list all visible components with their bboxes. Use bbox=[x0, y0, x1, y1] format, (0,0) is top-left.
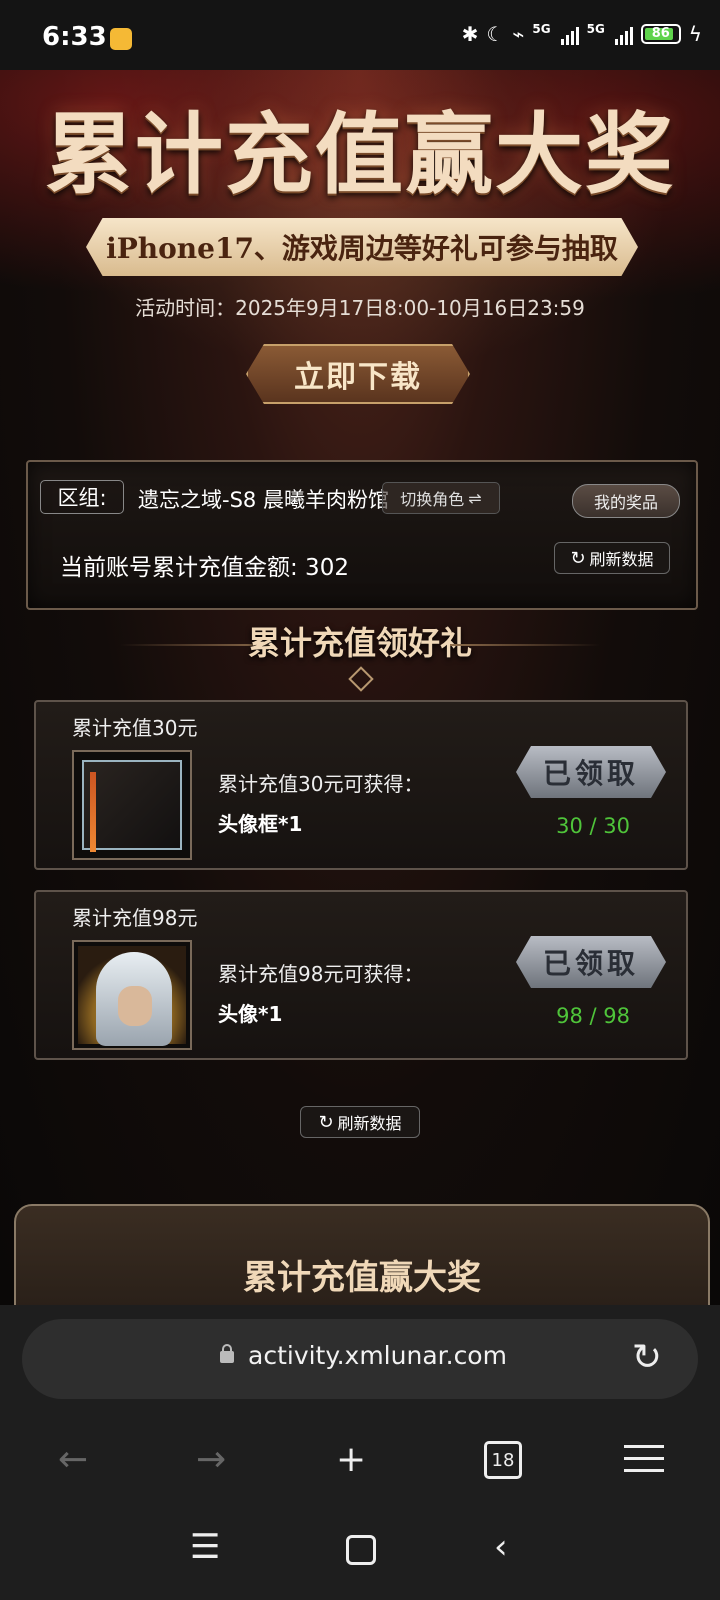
ornament-diamond bbox=[348, 666, 374, 692]
battery-level: 86 bbox=[651, 26, 670, 41]
bluetooth-icon: ✱ bbox=[461, 22, 479, 46]
refresh-label: 刷新数据 bbox=[589, 550, 654, 569]
reward-item: 头像*1 bbox=[218, 1002, 283, 1026]
url-text[interactable]: activity.xmlunar.com bbox=[248, 1341, 507, 1370]
account-panel: 区组: 遗忘之域-S8 晨曦羊肉粉馆 切换角色 ⇌ 我的奖品 当前账号累计充值金… bbox=[26, 460, 698, 610]
hero-title: 累计充值赢大奖 bbox=[44, 102, 675, 206]
switch-role-button[interactable]: 切换角色 ⇌ bbox=[382, 482, 500, 514]
reward-progress: 98 / 98 bbox=[556, 1004, 630, 1028]
prize-draw-panel: 累计充值赢大奖 bbox=[14, 1204, 710, 1305]
avatar-thumbnail[interactable] bbox=[72, 940, 192, 1050]
refresh-icon: ↻ bbox=[318, 1111, 334, 1133]
reward-card-30: 累计充值30元 累计充值30元可获得： 头像框*1 已领取 30 / 30 bbox=[34, 700, 688, 870]
status-icons: ✱ ☾ ⌁ 5G 5G 86 ϟ bbox=[462, 22, 702, 46]
zone-value: 遗忘之域-S8 晨曦羊肉粉馆 bbox=[138, 488, 389, 512]
refresh-data-button-bottom[interactable]: ↻ 刷新数据 bbox=[300, 1106, 420, 1138]
total-recharge-text: 当前账号累计充值金额: 302 bbox=[60, 555, 349, 581]
reward-title: 累计充值98元 bbox=[72, 906, 198, 930]
reward-item: 头像框*1 bbox=[218, 812, 303, 836]
reload-icon[interactable]: ↻ bbox=[632, 1337, 662, 1378]
avatar-frame-thumbnail[interactable] bbox=[72, 750, 192, 860]
prize-draw-title: 累计充值赢大奖 bbox=[243, 1258, 481, 1298]
section-title: 累计充值领好礼 bbox=[247, 624, 472, 662]
my-prizes-button[interactable]: 我的奖品 bbox=[572, 484, 680, 518]
moon-icon: ☾ bbox=[486, 22, 505, 46]
refresh-data-button[interactable]: ↻ 刷新数据 bbox=[554, 542, 670, 574]
swap-arrows-icon: ⇌ bbox=[468, 488, 482, 508]
signal-1-icon bbox=[560, 23, 579, 45]
activity-time: 活动时间：2025年9月17日8:00-10月16日23:59 bbox=[135, 296, 585, 320]
refresh-icon: ↻ bbox=[570, 547, 586, 569]
reward-description: 累计充值30元可获得： bbox=[218, 772, 424, 796]
charging-icon: ϟ bbox=[688, 22, 702, 46]
refresh-label: 刷新数据 bbox=[337, 1114, 402, 1133]
network-type-2: 5G bbox=[586, 22, 605, 36]
vibrate-off-icon: ⌁ bbox=[512, 22, 525, 46]
lock-icon bbox=[220, 1344, 234, 1363]
signal-2-icon bbox=[614, 23, 633, 45]
menu-icon[interactable] bbox=[624, 1445, 664, 1473]
notification-app-icon bbox=[110, 28, 132, 50]
zone-label: 区组: bbox=[40, 480, 124, 514]
hero-subtitle-banner: iPhone17、游戏周边等好礼可参与抽取 bbox=[86, 218, 638, 276]
reward-progress: 30 / 30 bbox=[556, 814, 630, 838]
recents-menu-icon[interactable]: ☰ bbox=[190, 1527, 220, 1567]
status-time: 6:33 bbox=[42, 22, 107, 52]
battery-icon: 86 bbox=[640, 24, 681, 44]
web-page[interactable]: 累计充值赢大奖 iPhone17、游戏周边等好礼可参与抽取 活动时间：2025年… bbox=[0, 70, 720, 1305]
download-now-button[interactable]: 立即下载 bbox=[246, 344, 470, 404]
system-nav-bar: ☰ ‹ bbox=[0, 1505, 720, 1600]
ornament-line-right bbox=[450, 644, 600, 646]
hero-subtitle: iPhone17、游戏周边等好礼可参与抽取 bbox=[106, 232, 618, 265]
reward-title: 累计充值30元 bbox=[72, 716, 198, 740]
reward-description: 累计充值98元可获得： bbox=[218, 962, 424, 986]
network-type-1: 5G bbox=[532, 22, 551, 36]
back-arrow-icon[interactable]: ← bbox=[58, 1439, 88, 1480]
browser-chrome: activity.xmlunar.com ↻ ← → + 18 ☰ ‹ bbox=[0, 1305, 720, 1600]
browser-nav-bar: ← → + 18 bbox=[0, 1425, 720, 1495]
address-bar[interactable]: activity.xmlunar.com ↻ bbox=[22, 1319, 698, 1399]
forward-arrow-icon[interactable]: → bbox=[196, 1439, 226, 1480]
home-square-icon[interactable] bbox=[346, 1535, 376, 1565]
status-bar: 6:33 ✱ ☾ ⌁ 5G 5G 86 ϟ bbox=[0, 0, 720, 70]
switch-role-label: 切换角色 bbox=[400, 490, 465, 509]
claimed-button[interactable]: 已领取 bbox=[516, 936, 666, 988]
system-back-icon[interactable]: ‹ bbox=[494, 1527, 508, 1567]
tabs-button[interactable]: 18 bbox=[484, 1441, 522, 1479]
claimed-button[interactable]: 已领取 bbox=[516, 746, 666, 798]
reward-card-98: 累计充值98元 累计充值98元可获得： 头像*1 已领取 98 / 98 bbox=[34, 890, 688, 1060]
new-tab-plus-icon[interactable]: + bbox=[336, 1439, 366, 1480]
